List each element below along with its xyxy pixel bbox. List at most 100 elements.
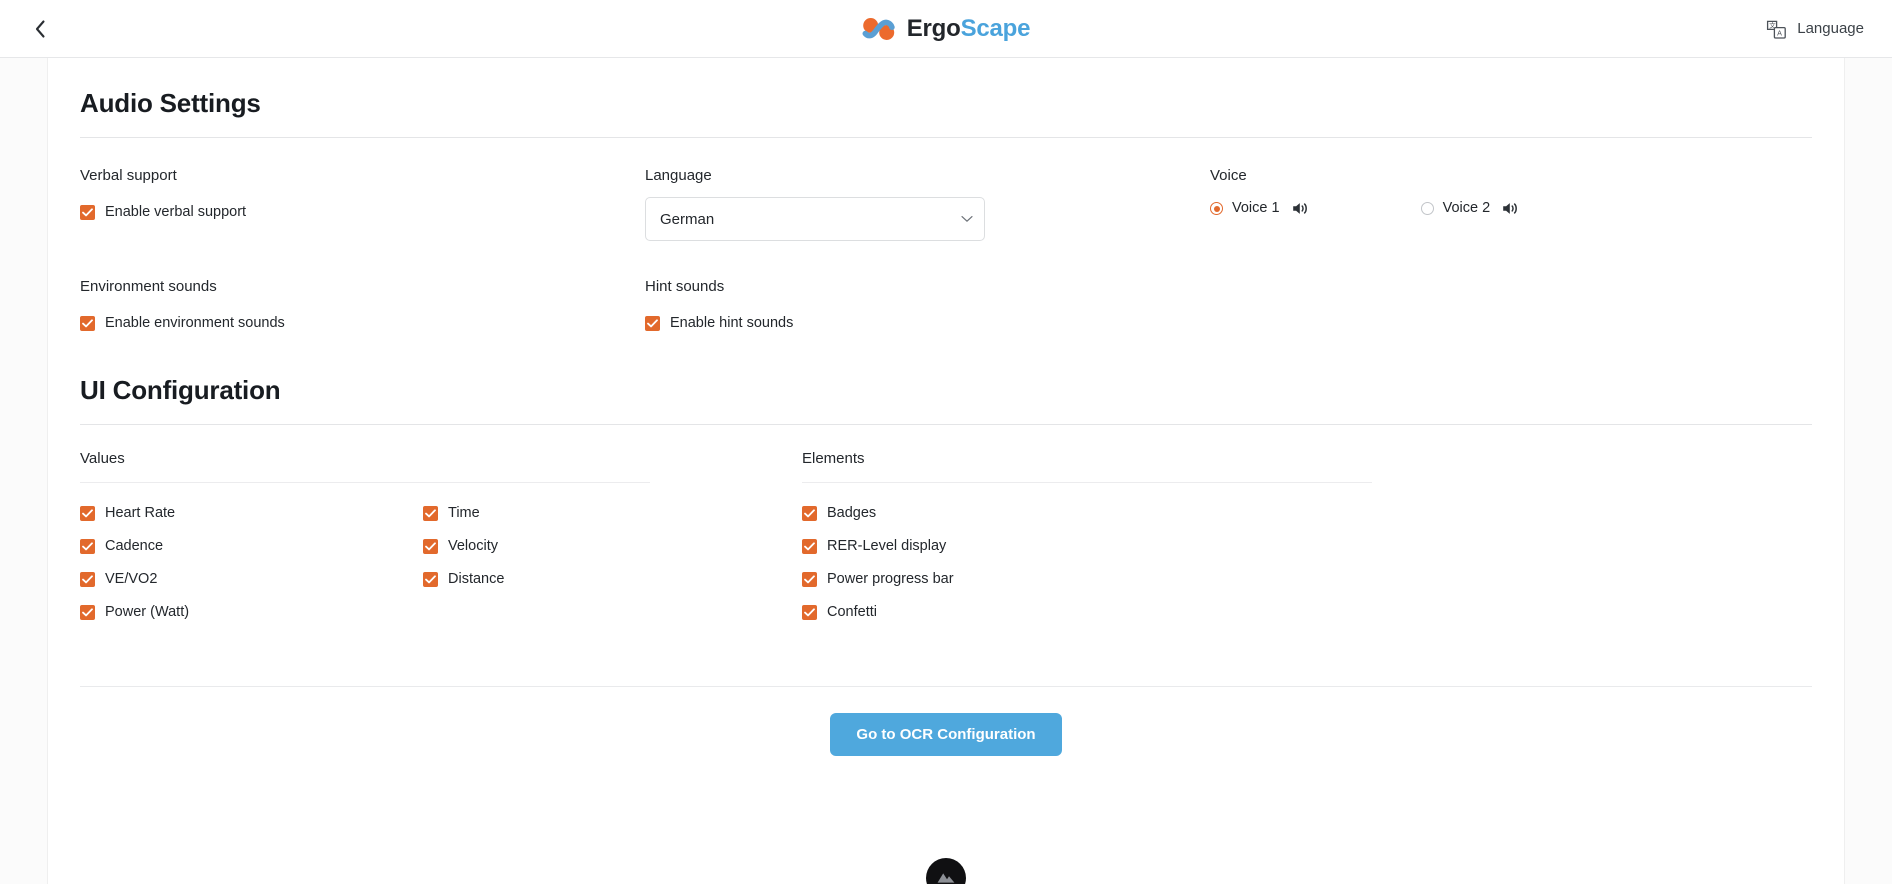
language-select[interactable]: German bbox=[645, 197, 985, 241]
value-power-watt-label: Power (Watt) bbox=[105, 604, 190, 621]
checkbox-checked-icon bbox=[80, 572, 95, 587]
radio-selected-icon bbox=[1210, 202, 1223, 215]
hint-sounds-label: Hint sounds bbox=[645, 278, 725, 295]
brand-wordmark: ErgoScape bbox=[906, 14, 1031, 42]
value-ve-vo2-label: VE/VO2 bbox=[105, 571, 158, 588]
checkbox-checked-icon bbox=[80, 205, 95, 220]
values-grid-spacer bbox=[423, 605, 802, 620]
top-bar: ErgoScape 文 A Language bbox=[0, 0, 1892, 58]
voice-2-label: Voice 2 bbox=[1442, 200, 1491, 217]
language-field-label: Language bbox=[645, 167, 712, 184]
checkbox-checked-icon bbox=[802, 506, 817, 521]
checkbox-checked-icon bbox=[423, 539, 438, 554]
voice-1-label: Voice 1 bbox=[1232, 200, 1280, 217]
ui-configuration-rule bbox=[80, 424, 1812, 425]
value-distance-label: Distance bbox=[448, 571, 505, 588]
enable-verbal-support-label: Enable verbal support bbox=[105, 204, 247, 221]
enable-environment-sounds-label: Enable environment sounds bbox=[105, 315, 285, 332]
elements-column: Elements Badges RER-Level display Power … bbox=[802, 451, 1812, 620]
app-window: ErgoScape 文 A Language Audio Settings Ve… bbox=[0, 0, 1892, 884]
back-button[interactable] bbox=[26, 15, 54, 43]
audio-settings-row-primary: Verbal support Enable verbal support Lan… bbox=[80, 168, 1812, 241]
ergoscape-logo-mark-icon bbox=[862, 16, 896, 42]
enable-hint-sounds-checkbox[interactable]: Enable hint sounds bbox=[645, 316, 1210, 331]
translate-icon: 文 A bbox=[1766, 19, 1788, 39]
value-ve-vo2-checkbox[interactable]: VE/VO2 bbox=[80, 572, 423, 587]
audio-settings-title: Audio Settings bbox=[80, 88, 261, 118]
element-power-progress-bar-label: Power progress bar bbox=[827, 571, 954, 588]
value-time-checkbox[interactable]: Time bbox=[423, 506, 802, 521]
audio-settings-row-secondary: Environment sounds Enable environment so… bbox=[80, 279, 1812, 331]
brand-text-secondary: Scape bbox=[960, 14, 1031, 42]
chevron-left-icon bbox=[34, 19, 47, 39]
enable-environment-sounds-checkbox[interactable]: Enable environment sounds bbox=[80, 316, 645, 331]
language-select-value[interactable]: German bbox=[645, 197, 985, 241]
language-switcher-label: Language bbox=[1797, 20, 1864, 37]
values-heading: Values bbox=[80, 450, 125, 467]
ui-configuration-title: UI Configuration bbox=[80, 375, 281, 405]
voice-2-radio-item[interactable]: Voice 2 bbox=[1420, 200, 1520, 217]
element-confetti-label: Confetti bbox=[827, 604, 877, 621]
voice-radio-group: Voice 1 Voice 2 bbox=[1210, 201, 1812, 216]
ui-configuration-columns: Values Heart Rate Time Cadence Velocity … bbox=[80, 451, 1812, 620]
voice-2-speaker-button[interactable] bbox=[1502, 201, 1519, 216]
element-badges-checkbox[interactable]: Badges bbox=[802, 506, 1812, 521]
value-cadence-label: Cadence bbox=[105, 538, 164, 555]
brand-text-primary: Ergo bbox=[906, 14, 961, 42]
language-select-group: Language German bbox=[645, 168, 1210, 241]
element-confetti-checkbox[interactable]: Confetti bbox=[802, 605, 1812, 620]
brand-logo[interactable]: ErgoScape bbox=[862, 14, 1031, 42]
checkbox-checked-icon bbox=[802, 539, 817, 554]
values-column: Values Heart Rate Time Cadence Velocity … bbox=[80, 451, 802, 620]
checkbox-checked-icon bbox=[423, 572, 438, 587]
voice-group: Voice Voice 1 Voice 2 bbox=[1210, 168, 1812, 241]
checkbox-checked-icon bbox=[645, 316, 660, 331]
value-power-watt-checkbox[interactable]: Power (Watt) bbox=[80, 605, 423, 620]
go-to-ocr-configuration-button[interactable]: Go to OCR Configuration bbox=[830, 713, 1062, 756]
value-velocity-label: Velocity bbox=[448, 538, 498, 555]
mountain-badge-icon bbox=[935, 867, 957, 884]
value-heart-rate-checkbox[interactable]: Heart Rate bbox=[80, 506, 423, 521]
voice-1-radio-item[interactable]: Voice 1 bbox=[1210, 201, 1309, 216]
checkbox-checked-icon bbox=[802, 572, 817, 587]
voice-1-speaker-button[interactable] bbox=[1292, 201, 1309, 216]
voice-label: Voice bbox=[1210, 167, 1247, 184]
checkbox-checked-icon bbox=[802, 605, 817, 620]
footer-rule bbox=[80, 686, 1812, 687]
environment-sounds-label: Environment sounds bbox=[80, 278, 217, 295]
svg-text:A: A bbox=[1777, 28, 1782, 37]
environment-sounds-group: Environment sounds Enable environment so… bbox=[80, 279, 645, 331]
checkbox-checked-icon bbox=[80, 605, 95, 620]
verbal-support-label: Verbal support bbox=[80, 167, 177, 184]
footer-actions: Go to OCR Configuration bbox=[80, 713, 1812, 756]
element-rer-level-display-checkbox[interactable]: RER-Level display bbox=[802, 539, 1812, 554]
checkbox-checked-icon bbox=[80, 506, 95, 521]
enable-verbal-support-checkbox[interactable]: Enable verbal support bbox=[80, 205, 645, 220]
values-rule bbox=[80, 482, 650, 483]
language-switcher[interactable]: 文 A Language bbox=[1766, 19, 1864, 39]
left-gutter bbox=[0, 58, 48, 884]
enable-hint-sounds-label: Enable hint sounds bbox=[670, 315, 794, 332]
element-power-progress-bar-checkbox[interactable]: Power progress bar bbox=[802, 572, 1812, 587]
element-rer-level-display-label: RER-Level display bbox=[827, 538, 947, 555]
right-gutter bbox=[1844, 58, 1892, 884]
checkbox-checked-icon bbox=[80, 316, 95, 331]
value-heart-rate-label: Heart Rate bbox=[105, 505, 176, 522]
verbal-support-group: Verbal support Enable verbal support bbox=[80, 168, 645, 241]
speaker-icon bbox=[1502, 201, 1519, 216]
value-distance-checkbox[interactable]: Distance bbox=[423, 572, 802, 587]
checkbox-checked-icon bbox=[423, 506, 438, 521]
checkbox-checked-icon bbox=[80, 539, 95, 554]
page-body: Audio Settings Verbal support Enable ver… bbox=[0, 58, 1892, 884]
speaker-icon bbox=[1292, 201, 1309, 216]
hint-sounds-group: Hint sounds Enable hint sounds bbox=[645, 279, 1210, 331]
value-cadence-checkbox[interactable]: Cadence bbox=[80, 539, 423, 554]
value-velocity-checkbox[interactable]: Velocity bbox=[423, 539, 802, 554]
ui-configuration-section: UI Configuration Values Heart Rate Time … bbox=[80, 375, 1812, 620]
elements-checkbox-list: Badges RER-Level display Power progress … bbox=[802, 506, 1812, 620]
settings-content: Audio Settings Verbal support Enable ver… bbox=[48, 58, 1844, 884]
radio-unselected-icon bbox=[1420, 202, 1434, 215]
values-checkbox-grid: Heart Rate Time Cadence Velocity VE/VO2 … bbox=[80, 506, 802, 620]
audio-settings-rule bbox=[80, 137, 1812, 138]
value-time-label: Time bbox=[448, 505, 480, 522]
